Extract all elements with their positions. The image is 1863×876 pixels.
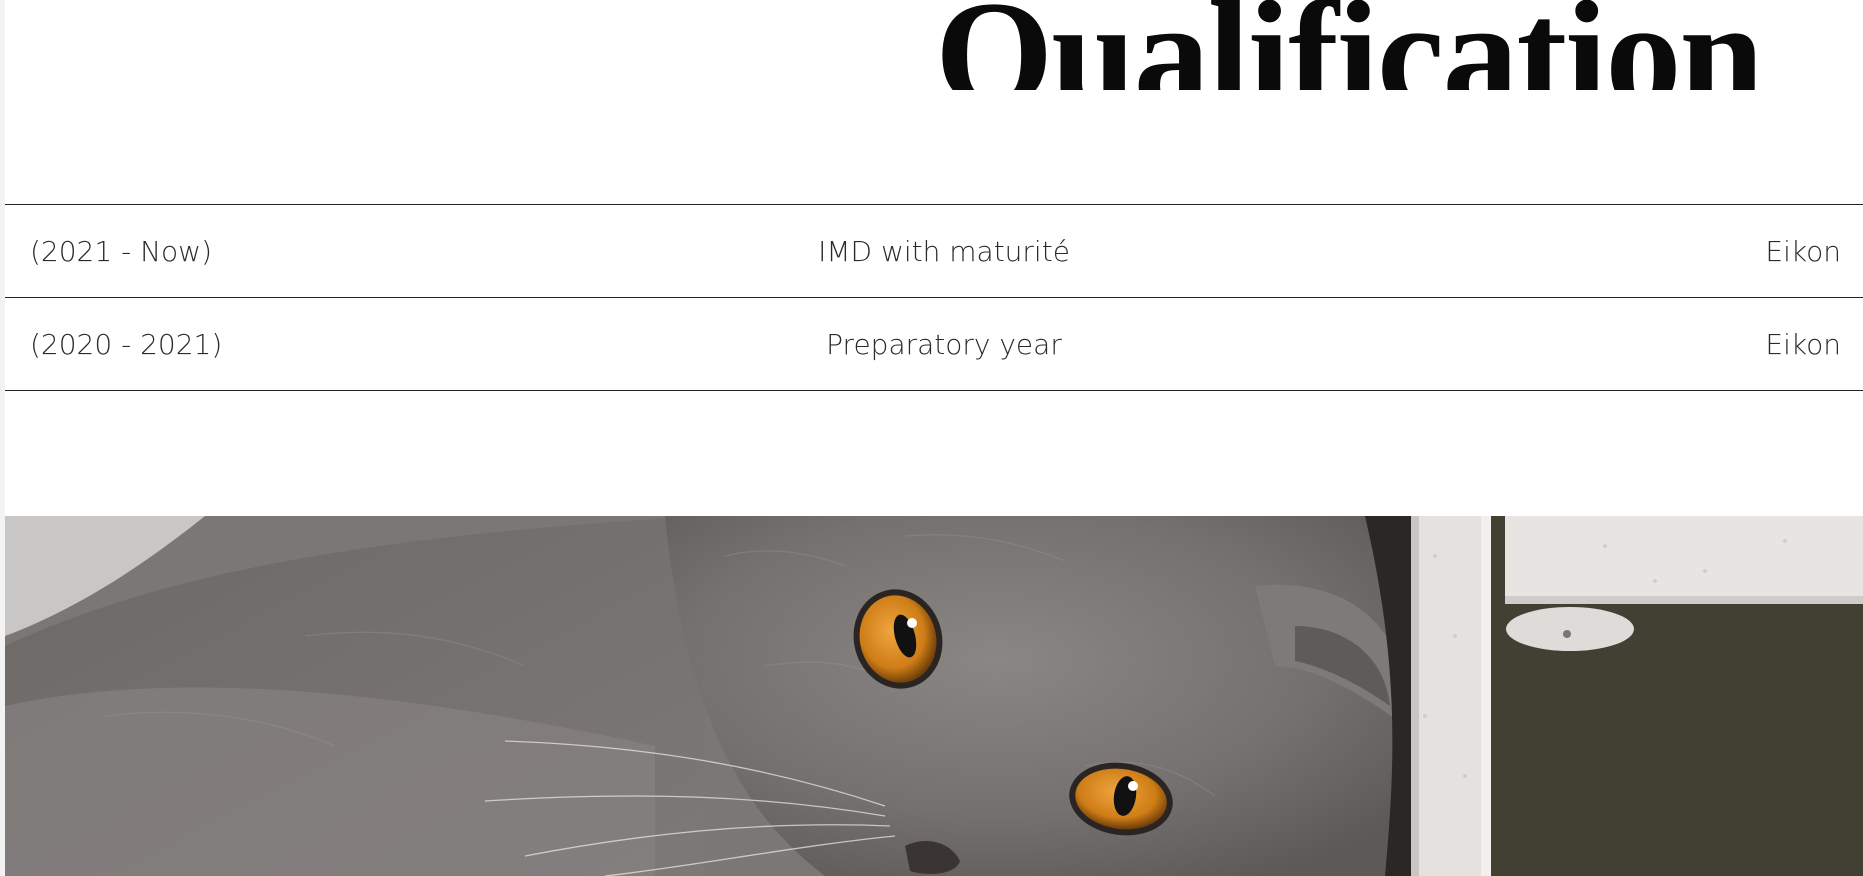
- program-cell: IMD with maturité: [818, 235, 1070, 268]
- section-title-wrap: Qualification: [0, 0, 1863, 90]
- school-cell: Eikon: [1765, 235, 1841, 268]
- period-cell: (2021 - Now): [30, 235, 212, 268]
- school-cell: Eikon: [1765, 328, 1841, 361]
- qualification-row: IMD with maturité (2021 - Now) Eikon: [5, 205, 1863, 298]
- qualification-row: Preparatory year (2020 - 2021) Eikon: [5, 298, 1863, 391]
- page: Qualification IMD with maturité (2021 - …: [0, 0, 1863, 876]
- program-cell: Preparatory year: [826, 328, 1062, 361]
- section-title: Qualification: [935, 0, 1764, 90]
- cat-photo: [5, 516, 1863, 876]
- qualification-table: IMD with maturité (2021 - Now) Eikon Pre…: [5, 204, 1863, 391]
- period-cell: (2020 - 2021): [30, 328, 223, 361]
- cat-photo-graphic: [5, 516, 1863, 876]
